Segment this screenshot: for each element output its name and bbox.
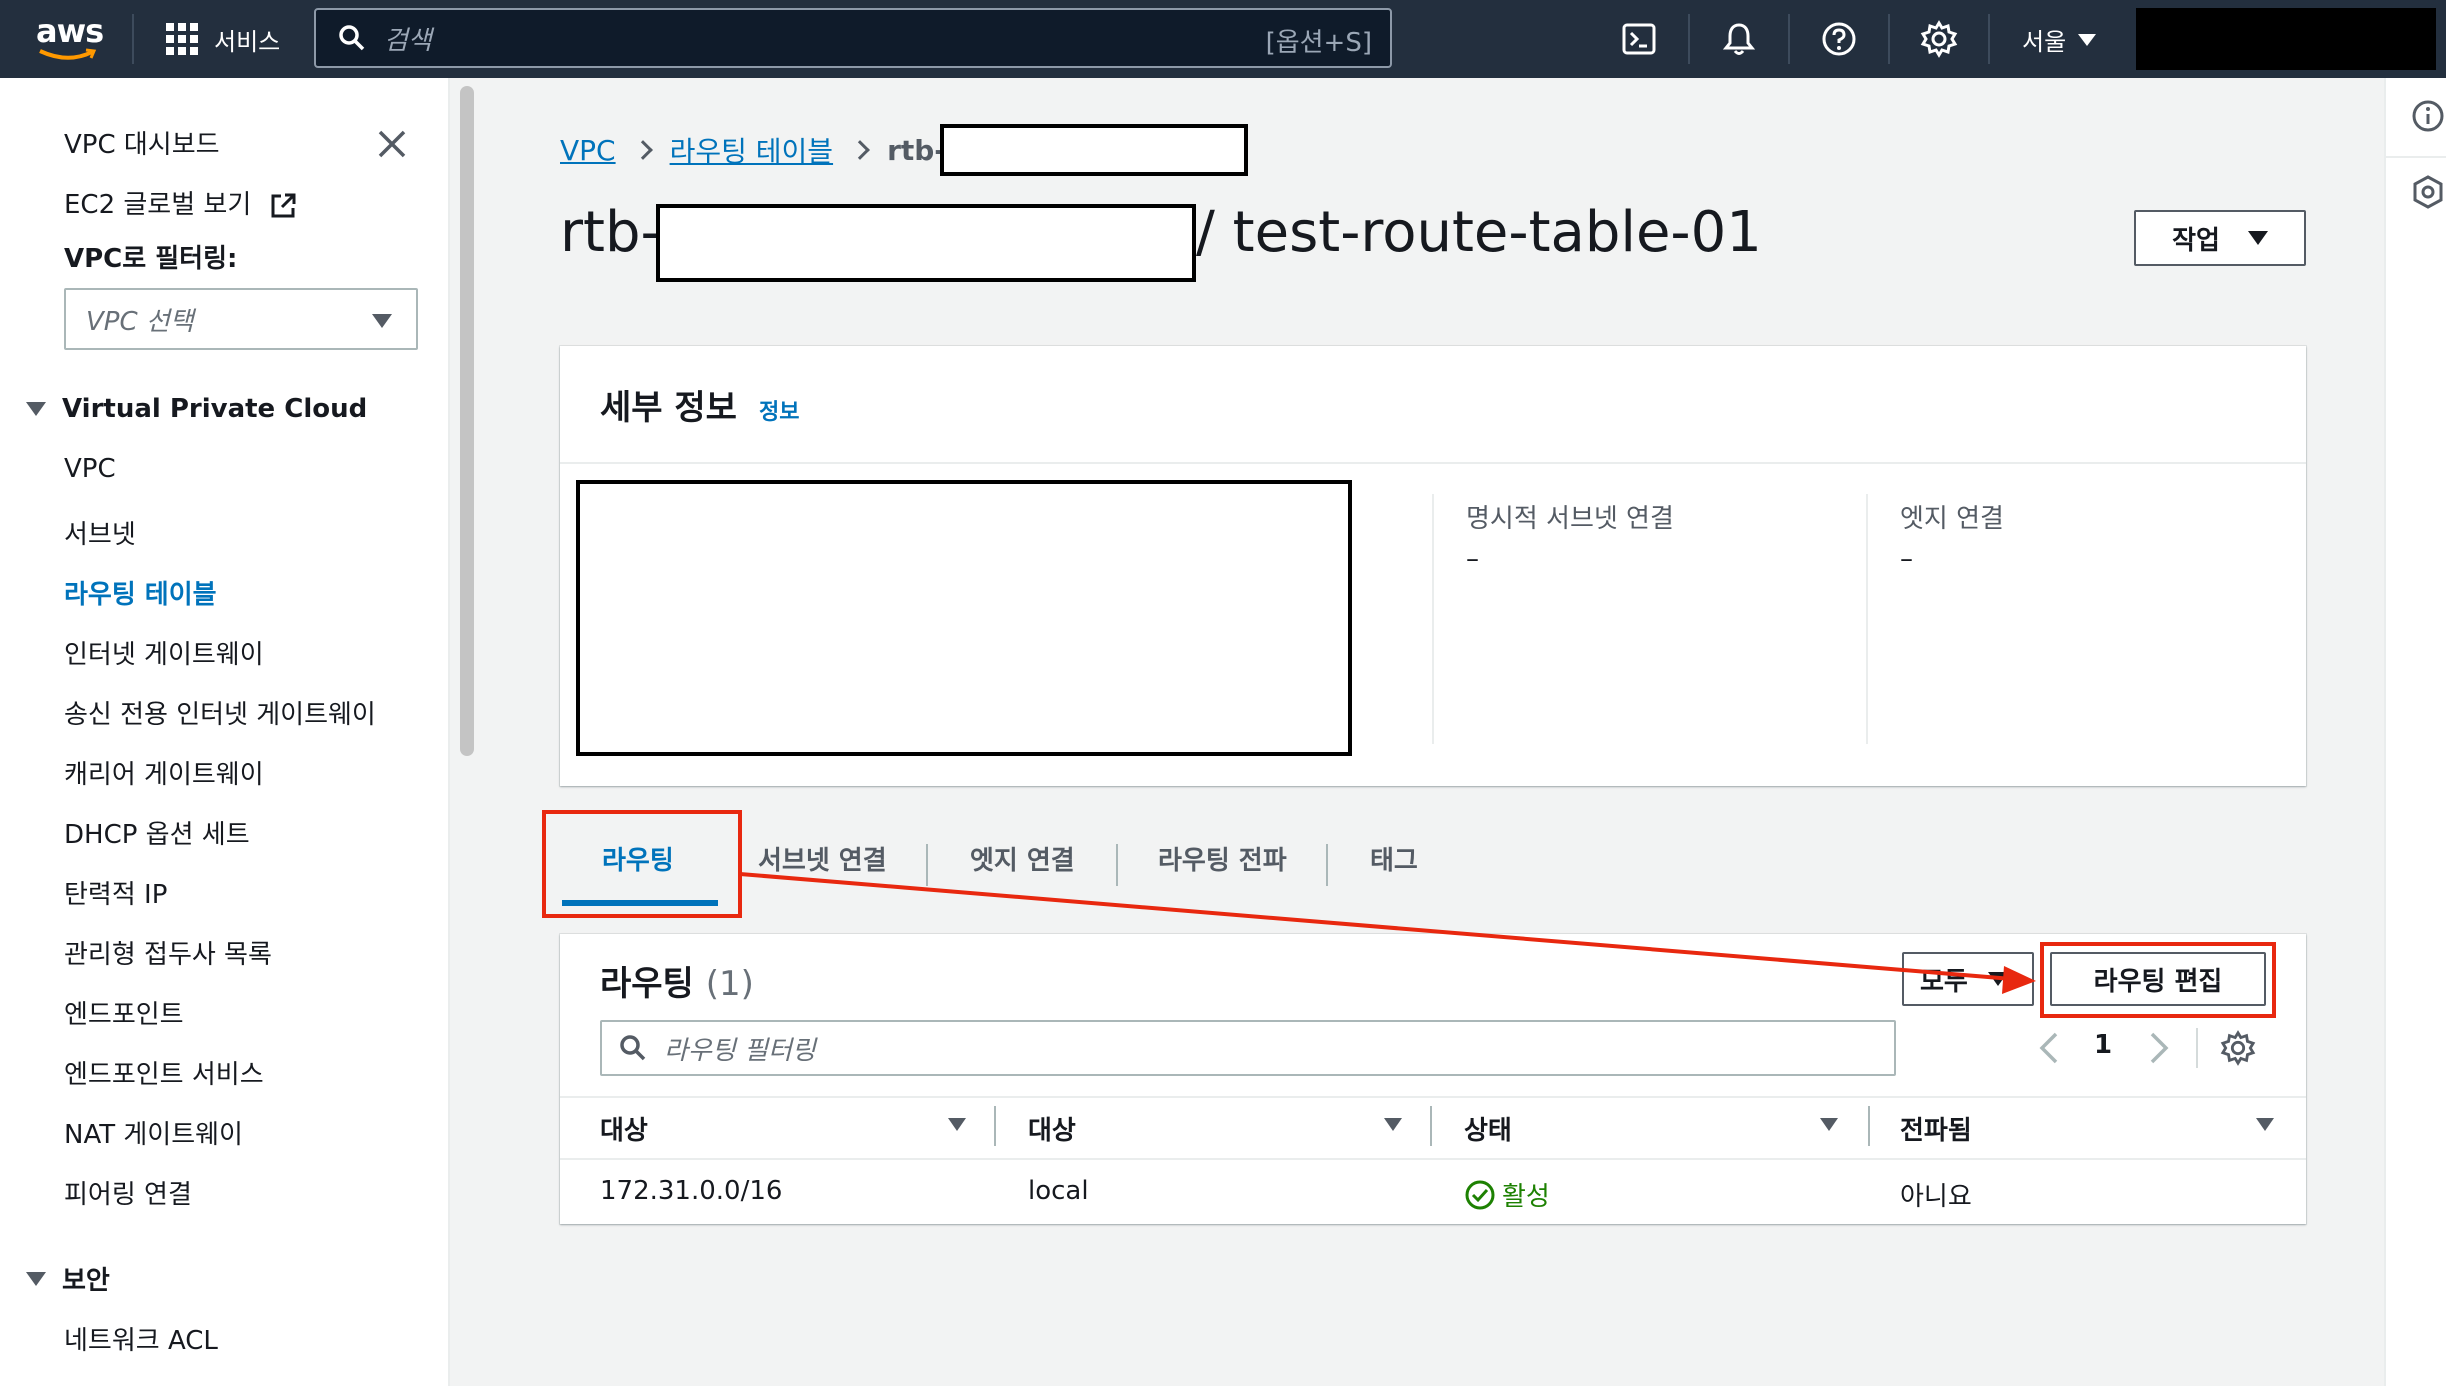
annotation-arrow — [739, 872, 2036, 994]
